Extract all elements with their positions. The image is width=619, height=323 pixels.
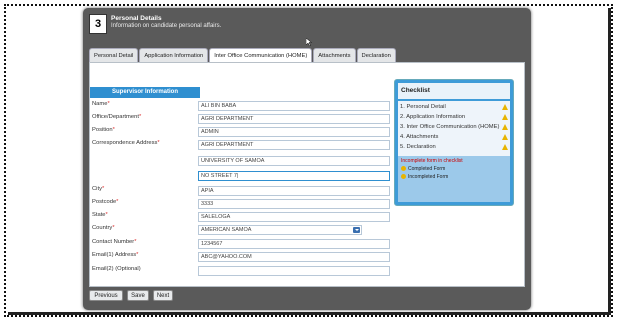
checklist-panel: Checklist 1. Personal Detail 2. Applicat… [394,79,514,206]
page-title: Personal Details [111,15,162,22]
name-row: Name* ALI BIN BABA [92,101,392,112]
address-row: Correspondence Address* AGRI DEPARTMENT [92,140,392,151]
tab-attachments[interactable]: Attachments [313,48,356,62]
position-label: Position* [92,127,115,133]
previous-button[interactable]: Previous [89,290,123,301]
next-button[interactable]: Next [153,290,173,301]
checklist-item[interactable]: 5. Declaration [400,144,508,152]
form-panel: Supervisor Information Name* ALI BIN BAB… [89,62,525,287]
checklist-item[interactable]: 3. Inter Office Communication (HOME) [400,124,508,132]
postcode-row: Postcode* 3333 [92,199,392,210]
warning-icon [502,144,508,150]
country-selected-value: AMERICAN SAMOA [201,227,252,233]
country-row: Country* AMERICAN SAMOA [92,225,392,236]
city-label: City* [92,186,105,192]
address-line3-input[interactable]: NO STREET 7| [198,171,390,181]
state-label: State* [92,212,108,218]
email1-label: Email(1) Address* [92,252,139,258]
checklist-item[interactable]: 2. Application Information [400,114,508,122]
name-input[interactable]: ALI BIN BABA [198,101,390,111]
email2-label: Email(2) (Optional) [92,266,141,272]
email1-row: Email(1) Address* ABC@YAHOO.COM [92,252,392,263]
section-header: Supervisor Information [90,87,200,98]
save-button[interactable]: Save [127,290,149,301]
email1-input[interactable]: ABC@YAHOO.COM [198,252,390,262]
city-row: City* APIA [92,186,392,197]
checklist-legend: Incomplete form in checklist Completed F… [398,156,510,202]
position-row: Position* ADMIN [92,127,392,138]
contact-input[interactable]: 1234567 [198,239,390,249]
page-subtitle: Information on candidate personal affair… [111,23,222,29]
complete-dot-icon [401,166,406,172]
warning-icon [502,134,508,140]
state-row: State* SALELOGA [92,212,392,223]
checklist-item[interactable]: 4. Attachments [400,134,508,142]
postcode-label: Postcode* [92,199,119,205]
contact-label: Contact Number* [92,239,137,245]
tab-personal-detail[interactable]: Personal Detail [89,48,139,62]
email2-row: Email(2) (Optional) [92,266,392,277]
tab-bar: Personal Detail Application Information … [89,48,397,63]
tab-inter-office-communication[interactable]: Inter Office Communication (HOME) [209,48,313,62]
postcode-input[interactable]: 3333 [198,199,390,209]
legend-incomplete: Incompleted Form [401,174,448,180]
country-label: Country* [92,225,115,231]
tab-application-information[interactable]: Application Information [139,48,209,62]
address-line1-input[interactable]: AGRI DEPARTMENT [198,140,390,150]
application-window: 3 Personal Details Information on candid… [83,8,531,310]
warning-icon [502,104,508,110]
tab-declaration[interactable]: Declaration [356,48,396,62]
warning-icon [502,114,508,120]
checklist-body: 1. Personal Detail 2. Application Inform… [398,101,510,202]
position-input[interactable]: ADMIN [198,127,390,137]
office-input[interactable]: AGRI DEPARTMENT [198,114,390,124]
mouse-cursor-icon [306,38,312,46]
legend-note: Incomplete form in checklist [401,158,463,164]
incomplete-dot-icon [401,174,406,180]
country-select[interactable]: AMERICAN SAMOA [198,225,362,235]
chevron-down-icon[interactable] [353,227,360,233]
address-label: Correspondence Address* [92,140,160,146]
office-row: Office/Department* AGRI DEPARTMENT [92,114,392,125]
city-input[interactable]: APIA [198,186,390,196]
checklist-item[interactable]: 1. Personal Detail [400,104,508,112]
name-label: Name* [92,101,110,107]
contact-row: Contact Number* 1234567 [92,239,392,250]
office-label: Office/Department* [92,114,142,120]
checklist-title: Checklist [398,83,510,99]
legend-complete: Completed Form [401,166,445,172]
step-number-badge: 3 [89,14,107,34]
address-line2-input[interactable]: UNIVERSITY OF SAMOA [198,156,390,166]
state-input[interactable]: SALELOGA [198,212,390,222]
email2-input[interactable] [198,266,390,276]
warning-icon [502,124,508,130]
